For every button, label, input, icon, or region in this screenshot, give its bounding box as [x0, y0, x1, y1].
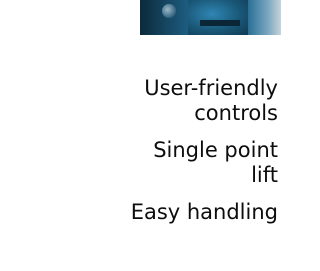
photo-body — [188, 0, 248, 35]
feature-list: User-friendly controls Single point lift… — [78, 76, 278, 237]
feature-user-friendly-controls: User-friendly controls — [144, 76, 278, 125]
page: User-friendly controls Single point lift… — [0, 0, 289, 271]
product-photo — [140, 0, 281, 35]
feature-single-point-lift: Single point lift — [153, 138, 278, 187]
photo-knob — [162, 4, 176, 18]
photo-highlight — [248, 0, 281, 35]
feature-easy-handling: Easy handling — [130, 200, 278, 224]
photo-bar — [200, 20, 240, 26]
